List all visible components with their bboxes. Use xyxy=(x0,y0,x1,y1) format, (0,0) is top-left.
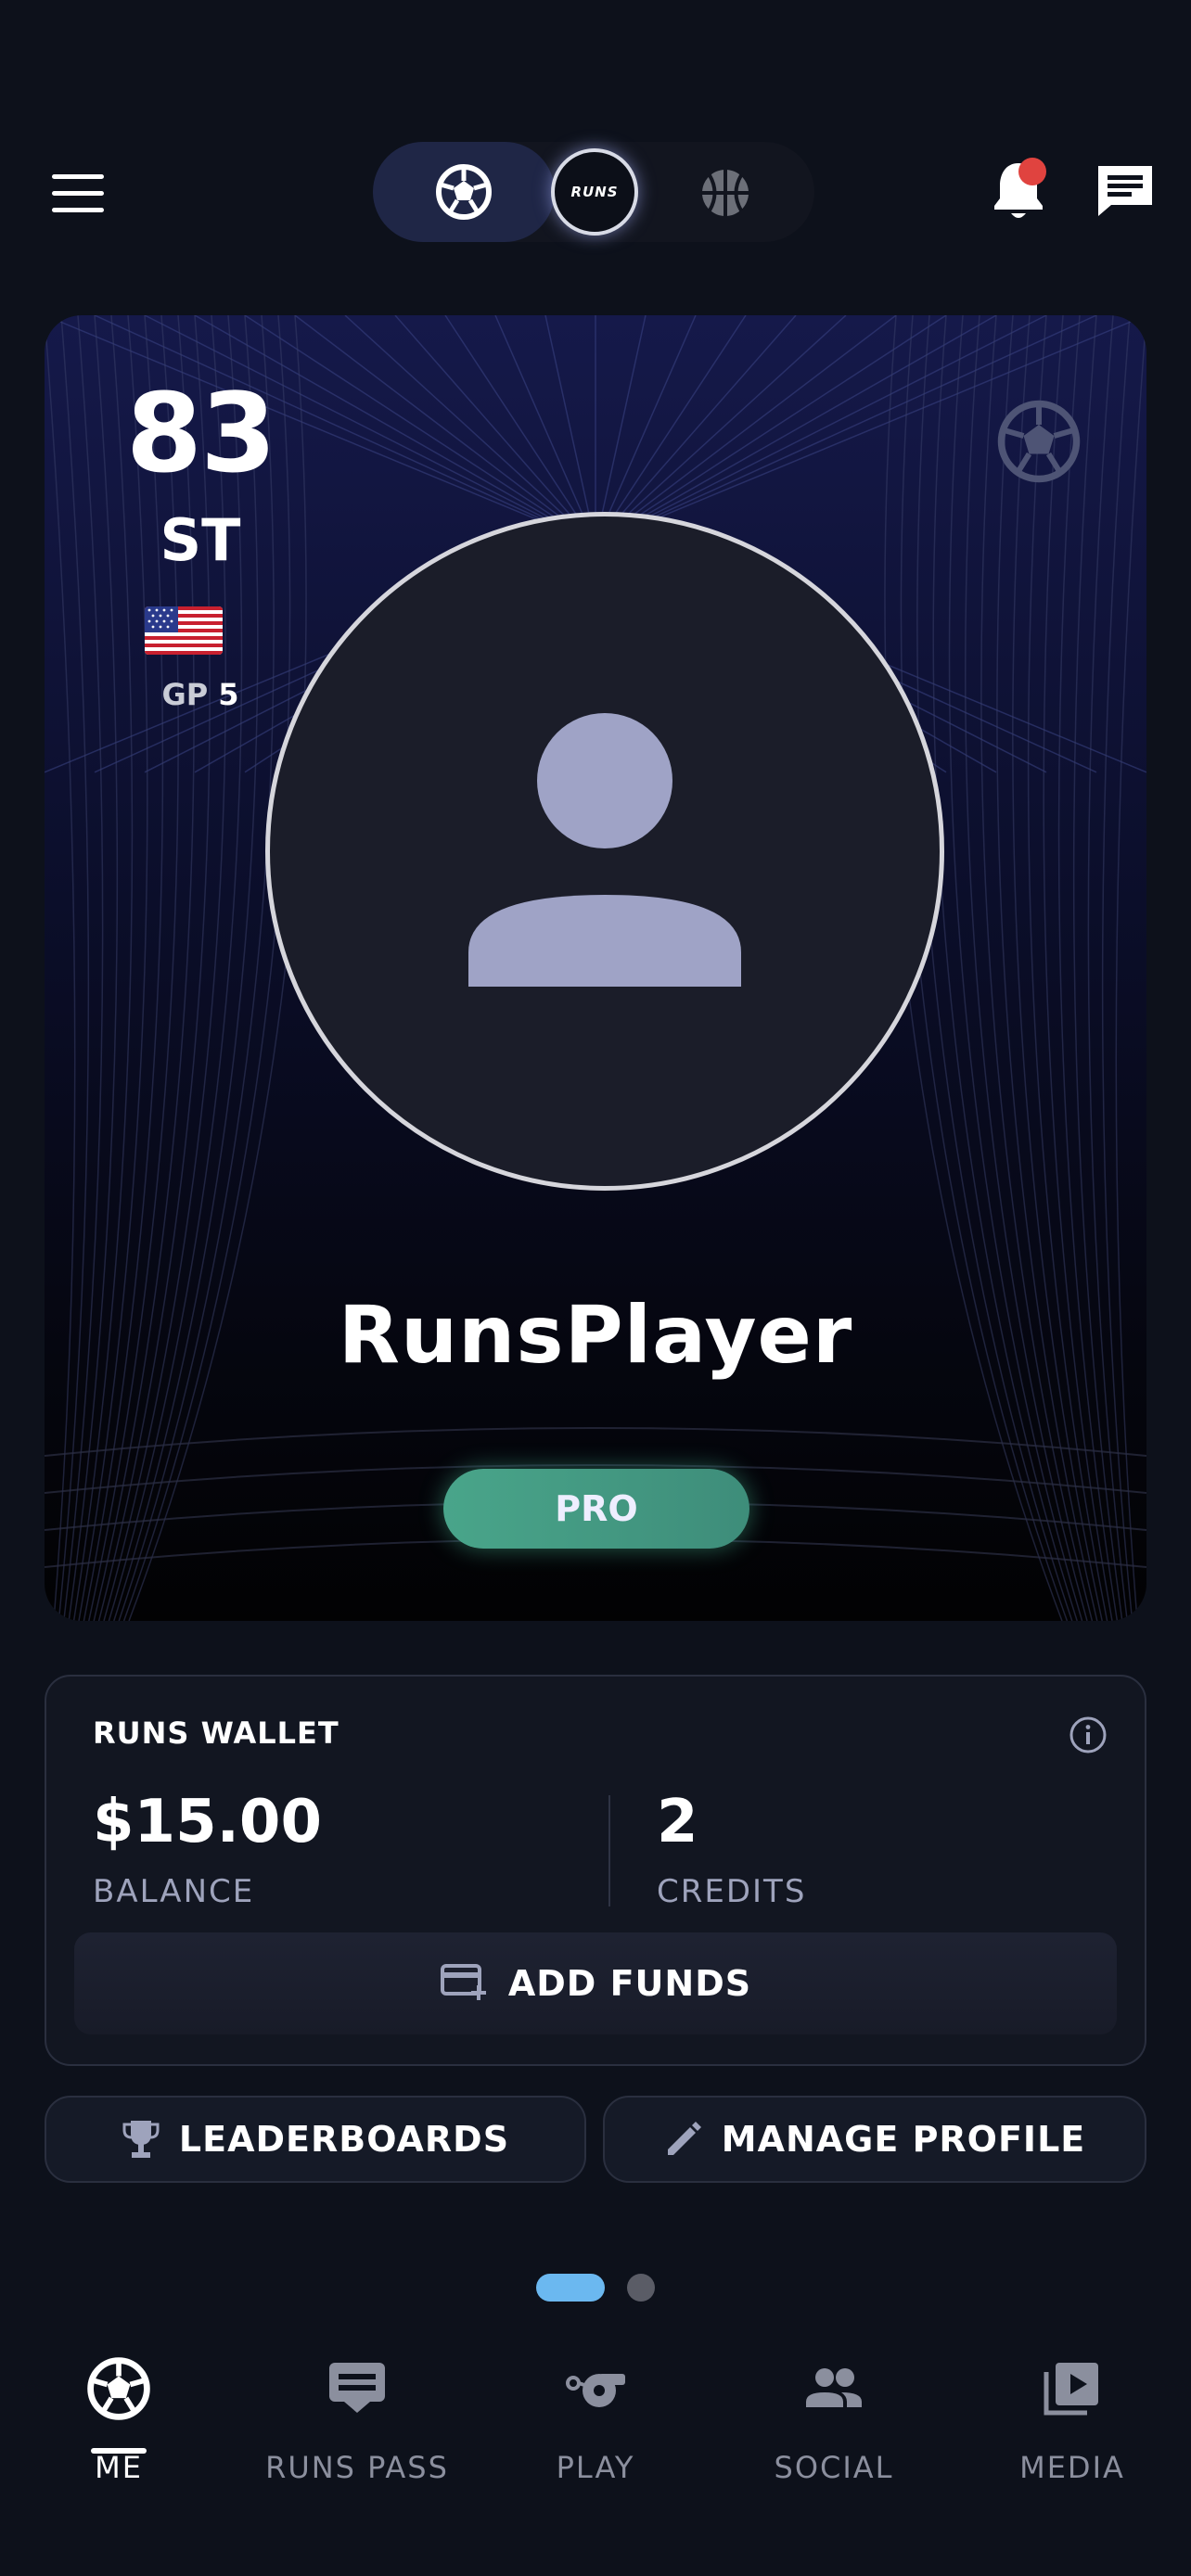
nav-social-label: SOCIAL xyxy=(774,2450,894,2485)
nav-play-label: PLAY xyxy=(556,2450,635,2485)
video-library-icon xyxy=(1044,2363,1098,2416)
basketball-icon xyxy=(702,170,749,216)
player-rating: 83 xyxy=(125,369,276,497)
nav-runs-pass[interactable]: RUNS PASS xyxy=(260,2355,455,2513)
add-funds-button[interactable]: ADD FUNDS xyxy=(74,1932,1117,2034)
player-card[interactable]: 83 ST GP 5 RunsPlayer PRO xyxy=(45,315,1146,1621)
notification-dot xyxy=(1018,158,1046,185)
leaderboards-button[interactable]: LEADERBOARDS xyxy=(45,2096,586,2183)
sport-toggle-soccer[interactable] xyxy=(373,142,555,242)
nav-play[interactable]: PLAY xyxy=(498,2355,693,2513)
trophy-icon xyxy=(122,2121,160,2158)
ticket-icon xyxy=(329,2363,385,2413)
chat-icon[interactable] xyxy=(1095,162,1156,220)
soccer-ball-icon xyxy=(87,2357,150,2420)
soccer-ball-icon xyxy=(997,400,1081,483)
page-indicator-active[interactable] xyxy=(536,2274,605,2302)
add-funds-label: ADD FUNDS xyxy=(507,1963,752,2004)
pro-badge: PRO xyxy=(443,1469,749,1549)
runs-logo-text: RUNS xyxy=(570,184,619,200)
gp-label: GP xyxy=(161,677,209,712)
people-icon xyxy=(806,2368,862,2407)
wallet-title: RUNS WALLET xyxy=(93,1715,339,1751)
gp-value: 5 xyxy=(218,677,239,712)
leaderboards-label: LEADERBOARDS xyxy=(178,2119,510,2160)
nav-me-label: ME xyxy=(95,2450,143,2485)
balance-label: BALANCE xyxy=(93,1873,255,1910)
runs-logo-toggle[interactable]: RUNS xyxy=(551,148,638,236)
nav-media[interactable]: MEDIA xyxy=(975,2355,1170,2513)
soccer-ball-icon xyxy=(436,164,492,220)
manage-profile-button[interactable]: MANAGE PROFILE xyxy=(603,2096,1146,2183)
nav-runs-pass-label: RUNS PASS xyxy=(265,2450,449,2485)
nav-social[interactable]: SOCIAL xyxy=(736,2355,931,2513)
pencil-icon xyxy=(667,2122,701,2155)
whistle-icon xyxy=(566,2374,625,2407)
runs-wallet: RUNS WALLET $15.00 BALANCE 2 CREDITS ADD… xyxy=(45,1675,1146,2066)
credits-value: 2 xyxy=(657,1788,698,1856)
manage-profile-label: MANAGE PROFILE xyxy=(721,2119,1086,2160)
nav-media-label: MEDIA xyxy=(1019,2450,1125,2485)
card-add-icon xyxy=(440,1964,486,2000)
sport-toggle-basketball[interactable] xyxy=(688,156,762,230)
balance-value: $15.00 xyxy=(93,1788,322,1856)
credits-label: CREDITS xyxy=(657,1873,807,1910)
player-avatar[interactable] xyxy=(265,512,944,1191)
person-avatar-icon xyxy=(468,713,741,987)
player-name: RunsPlayer xyxy=(338,1289,853,1382)
info-icon[interactable] xyxy=(1069,1715,1108,1754)
page-indicator[interactable] xyxy=(627,2274,655,2302)
us-flag xyxy=(145,606,223,655)
hamburger-menu-icon[interactable] xyxy=(52,174,104,212)
nav-active-underline xyxy=(91,2448,147,2454)
wallet-divider xyxy=(608,1795,610,1906)
nav-me[interactable]: ME xyxy=(21,2355,216,2513)
